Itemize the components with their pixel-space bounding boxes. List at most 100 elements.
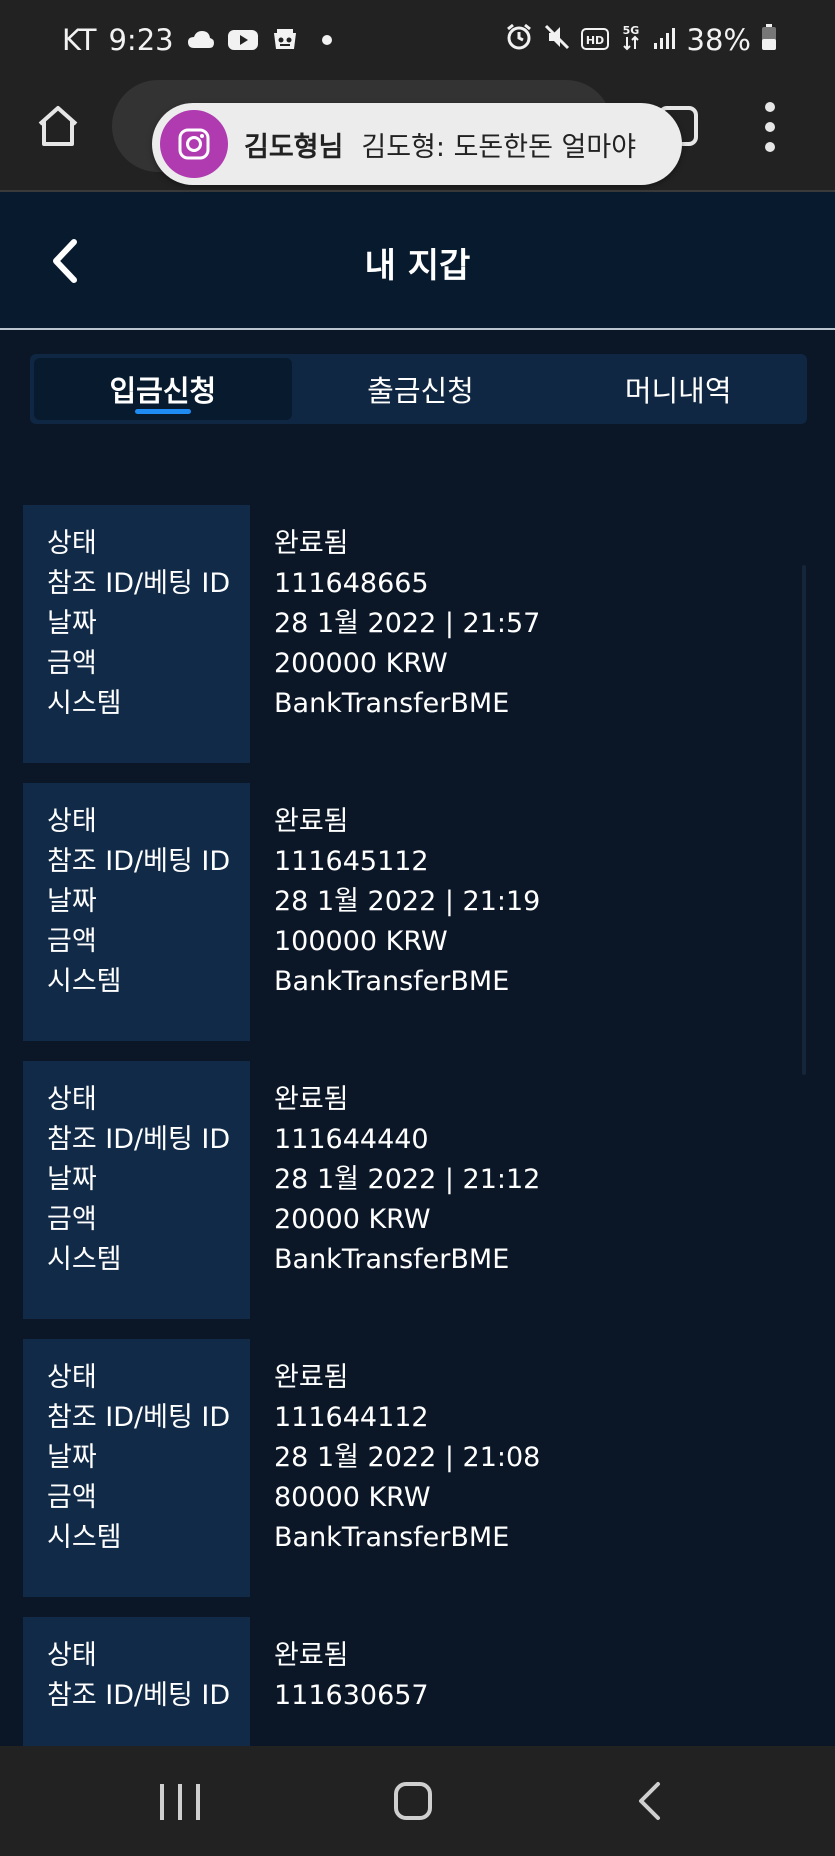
system-value: BankTransferBME [274,1522,510,1553]
ref-id-row: 참조 ID/베팅 ID 111630657 [23,1676,813,1716]
deposit-record: 상태 완료됨 참조 ID/베팅 ID 111648665 날짜 28 1월 2022 … [23,505,813,763]
menu-dot [765,122,775,132]
status-row: 상태 완료됨 [23,1358,813,1398]
amount-value: 100000 KRW [274,926,448,957]
page-title: 내 지갑 [364,246,471,286]
status-label: 상태 [47,1362,97,1393]
system-label: 시스템 [47,688,122,719]
amount-label: 금액 [47,1204,97,1235]
clock: 9:23 [108,23,174,57]
amount-value: 200000 KRW [274,648,448,679]
recent-bar [178,1784,182,1820]
amount-row: 금액 100000 KRW [23,922,813,962]
system-home-button[interactable] [394,1782,432,1820]
notification-sender: 김도형님 [244,131,344,163]
amount-label: 금액 [47,926,97,957]
date-value: 28 1월 2022 | 21:19 [274,886,541,917]
cloud-icon [186,25,216,55]
status-value: 완료됨 [274,1362,349,1393]
instagram-icon [160,110,228,178]
status-left: KT 9:23 [62,23,342,57]
signal-icon [653,23,677,57]
ref-id-label: 참조 ID/베팅 ID [47,1402,231,1433]
amount-label: 금액 [47,648,97,679]
wallet-tabs: 입금신청 출금신청 머니내역 [30,354,807,424]
recent-bar [160,1784,164,1820]
network-label: 5G [622,24,639,37]
ref-id-label: 참조 ID/베팅 ID [47,1680,231,1711]
status-label: 상태 [47,1084,97,1115]
status-value: 완료됨 [274,806,349,837]
ref-id-value: 111648665 [274,568,429,599]
amount-row: 금액 80000 KRW [23,1478,813,1518]
app-root: KT 9:23 HD 5G 38% 김도형님 김도형: 도돈한돈 얼마야 내 지… [0,0,835,1856]
status-right: HD 5G 38% [505,23,777,58]
tab-label: 출금신청 [367,374,474,408]
browser-home-button[interactable] [34,102,82,150]
recent-apps-button[interactable] [160,1784,200,1820]
hd-label: HD [585,34,603,47]
status-value: 완료됨 [274,1084,349,1115]
ref-id-value: 111645112 [274,846,429,877]
status-label: 상태 [47,1640,97,1671]
system-row: 시스템 BankTransferBME [23,962,813,1002]
date-label: 날짜 [47,886,97,917]
ref-id-row: 참조 ID/베팅 ID 111648665 [23,564,813,604]
deposit-record: 상태 완료됨 참조 ID/베팅 ID 111644440 날짜 28 1월 2022 … [23,1061,813,1319]
carrier-label: KT [62,23,97,57]
scrollbar[interactable] [802,565,806,1075]
alarm-icon [505,23,533,58]
amount-value: 80000 KRW [274,1482,431,1513]
system-nav-bar [0,1746,835,1856]
date-label: 날짜 [47,1164,97,1195]
system-label: 시스템 [47,1244,122,1275]
browser-menu-button[interactable] [760,102,780,152]
date-value: 28 1월 2022 | 21:57 [274,608,541,639]
5g-icon: 5G [619,23,643,58]
date-value: 28 1월 2022 | 21:12 [274,1164,541,1195]
notification-message: 김도형: 도돈한돈 얼마야 [361,131,637,163]
status-value: 완료됨 [274,528,349,559]
hd-icon: HD [580,23,609,57]
mute-icon [543,23,571,58]
date-row: 날짜 28 1월 2022 | 21:12 [23,1160,813,1200]
status-label: 상태 [47,528,97,559]
battery-icon [761,23,777,58]
back-arrow-icon [639,1782,660,1820]
amount-label: 금액 [47,1482,97,1513]
menu-dot [765,142,775,152]
system-value: BankTransferBME [274,966,510,997]
system-row: 시스템 BankTransferBME [23,1518,813,1558]
deposit-record: 상태 완료됨 참조 ID/베팅 ID 111644112 날짜 28 1월 2022 … [23,1339,813,1597]
notification-toast[interactable]: 김도형님 김도형: 도돈한돈 얼마야 [152,103,682,185]
ref-id-label: 참조 ID/베팅 ID [47,568,231,599]
wallet-content: 입금신청 출금신청 머니내역 상태 완료됨 참조 ID/베팅 ID 11164866… [0,330,835,1746]
status-row: 상태 완료됨 [23,1636,813,1676]
battery-percent: 38% [686,23,751,57]
status-row: 상태 완료됨 [23,802,813,842]
system-label: 시스템 [47,966,122,997]
system-back-button[interactable] [634,1780,664,1822]
game-app-icon [270,25,300,55]
ref-id-label: 참조 ID/베팅 ID [47,1124,231,1155]
ref-id-row: 참조 ID/베팅 ID 111644112 [23,1398,813,1438]
ref-id-row: 참조 ID/베팅 ID 111645112 [23,842,813,882]
ref-id-value: 111630657 [274,1680,429,1711]
system-row: 시스템 BankTransferBME [23,684,813,724]
date-label: 날짜 [47,1442,97,1473]
tab-deposit-request[interactable]: 입금신청 [34,358,292,420]
ref-id-value: 111644112 [274,1402,429,1433]
status-value: 완료됨 [274,1640,349,1671]
deposit-record: 상태 완료됨 참조 ID/베팅 ID 111645112 날짜 28 1월 2022 … [23,783,813,1041]
amount-row: 금액 200000 KRW [23,644,813,684]
tab-money-history[interactable]: 머니내역 [549,354,807,424]
tab-withdraw-request[interactable]: 출금신청 [292,354,550,424]
home-icon [38,106,78,146]
youtube-icon [227,25,258,55]
active-tab-indicator [134,409,191,414]
date-value: 28 1월 2022 | 21:08 [274,1442,541,1473]
system-value: BankTransferBME [274,688,510,719]
status-bar: KT 9:23 HD 5G 38% [0,0,835,80]
date-label: 날짜 [47,608,97,639]
amount-row: 금액 20000 KRW [23,1200,813,1240]
